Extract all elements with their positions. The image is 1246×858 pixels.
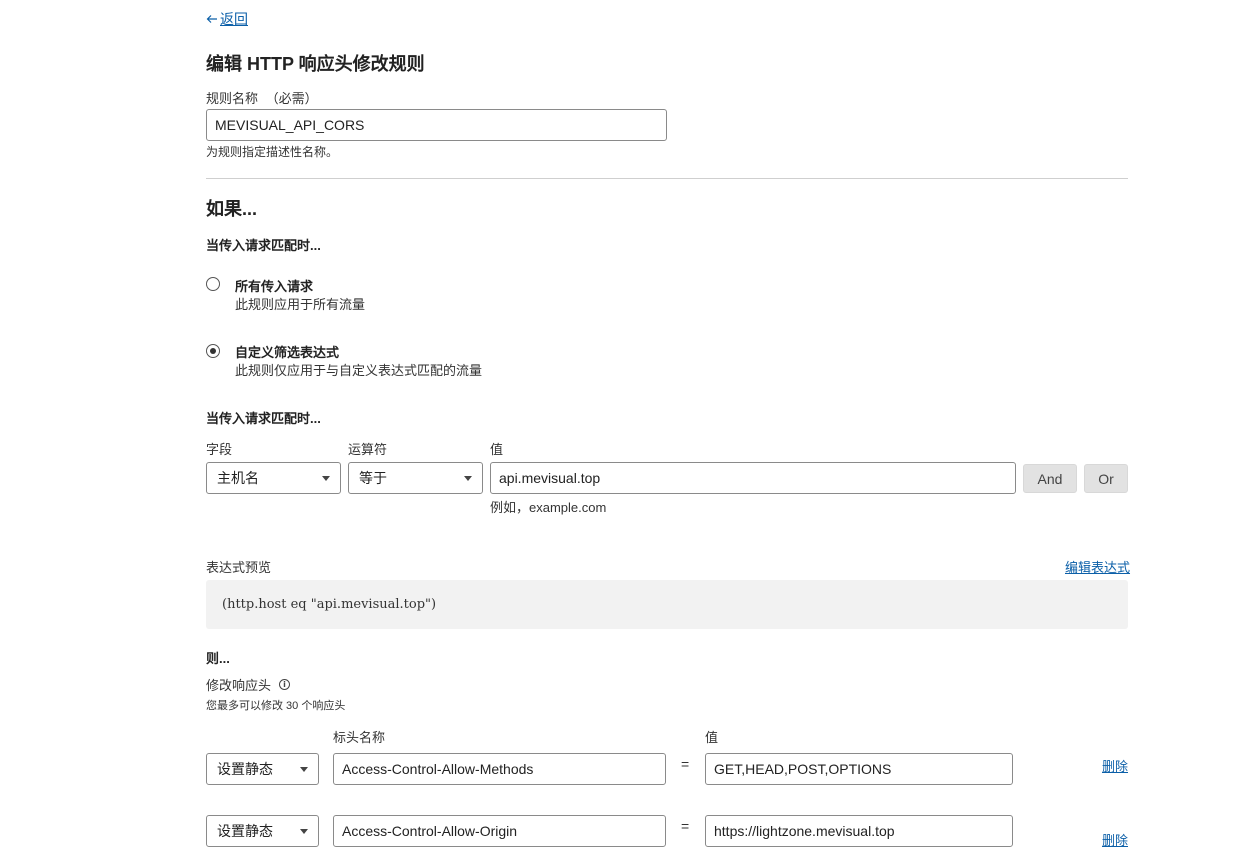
header-name-value: Access-Control-Allow-Origin xyxy=(342,823,518,839)
then-heading: 则... xyxy=(206,651,230,666)
header-name-column-label: 标头名称 xyxy=(333,730,386,745)
delete-header-button[interactable]: 删除 xyxy=(1102,830,1128,849)
rule-name-value: MEVISUAL_API_CORS xyxy=(215,117,365,133)
modify-response-header-label-group: 修改响应头 i xyxy=(206,675,291,694)
header-name-input[interactable]: Access-Control-Allow-Origin xyxy=(333,815,666,847)
info-icon[interactable]: i xyxy=(279,679,291,690)
match-value-hint: 例如，example.com xyxy=(490,500,607,515)
if-heading: 如果... xyxy=(206,199,258,219)
equals-sign: = xyxy=(681,818,690,834)
chevron-down-icon xyxy=(300,828,308,834)
page-title: 编辑 HTTP 响应头修改规则 xyxy=(206,54,425,74)
field-label: 字段 xyxy=(206,442,233,457)
max-headers-hint: 您最多可以修改 30 个响应头 xyxy=(206,700,346,712)
and-button[interactable]: And xyxy=(1023,464,1077,493)
header-name-value: Access-Control-Allow-Methods xyxy=(342,761,534,777)
value-label: 值 xyxy=(490,442,504,457)
match-heading: 当传入请求匹配时... xyxy=(206,411,321,426)
radio-custom-expression[interactable] xyxy=(206,344,220,358)
header-value: GET,HEAD,POST,OPTIONS xyxy=(714,761,892,777)
operator-select[interactable]: 等于 xyxy=(348,462,483,494)
rule-name-label-group: 规则名称 （必需） xyxy=(206,88,318,107)
equals-sign: = xyxy=(681,756,690,772)
option-custom-desc: 此规则仅应用于与自定义表达式匹配的流量 xyxy=(235,363,483,378)
header-action-value: 设置静态 xyxy=(217,761,273,777)
section-divider xyxy=(206,178,1128,179)
match-value: api.mevisual.top xyxy=(499,470,601,486)
operator-select-value: 等于 xyxy=(359,470,387,486)
expression-preview-label: 表达式预览 xyxy=(206,560,272,575)
back-label: 返回 xyxy=(220,11,248,27)
if-subheading: 当传入请求匹配时... xyxy=(206,238,321,253)
chevron-down-icon xyxy=(464,475,472,481)
delete-header-button[interactable]: 删除 xyxy=(1102,756,1128,775)
modify-response-header-label: 修改响应头 xyxy=(206,678,272,693)
header-action-value: 设置静态 xyxy=(217,823,273,839)
header-value: https://lightzone.mevisual.top xyxy=(714,823,895,839)
arrow-left-icon xyxy=(206,15,217,23)
header-name-input[interactable]: Access-Control-Allow-Methods xyxy=(333,753,666,785)
required-label: （必需） xyxy=(265,91,318,106)
rule-name-input[interactable]: MEVISUAL_API_CORS xyxy=(206,109,667,141)
back-link[interactable]: 返回 xyxy=(206,9,248,29)
match-value-input[interactable]: api.mevisual.top xyxy=(490,462,1016,494)
header-action-select[interactable]: 设置静态 xyxy=(206,753,319,785)
header-value-column-label: 值 xyxy=(705,730,719,745)
header-value-input[interactable]: GET,HEAD,POST,OPTIONS xyxy=(705,753,1013,785)
rule-name-hint: 为规则指定描述性名称。 xyxy=(206,145,339,159)
field-select[interactable]: 主机名 xyxy=(206,462,341,494)
or-button[interactable]: Or xyxy=(1084,464,1128,493)
header-action-select[interactable]: 设置静态 xyxy=(206,815,319,847)
option-all-title: 所有传入请求 xyxy=(235,279,314,294)
field-select-value: 主机名 xyxy=(217,470,259,486)
radio-all-requests[interactable] xyxy=(206,277,220,291)
operator-label: 运算符 xyxy=(348,442,388,457)
radio-selected-dot xyxy=(210,348,216,354)
expression-preview: (http.host eq "api.mevisual.top") xyxy=(206,580,1128,629)
rule-name-label: 规则名称 xyxy=(206,91,259,106)
chevron-down-icon xyxy=(322,475,330,481)
chevron-down-icon xyxy=(300,766,308,772)
option-custom-title: 自定义筛选表达式 xyxy=(235,345,340,360)
expression-text: (http.host eq "api.mevisual.top") xyxy=(222,597,437,612)
option-all-desc: 此规则应用于所有流量 xyxy=(235,297,366,312)
edit-expression-link[interactable]: 编辑表达式 xyxy=(1065,557,1130,576)
header-value-input[interactable]: https://lightzone.mevisual.top xyxy=(705,815,1013,847)
